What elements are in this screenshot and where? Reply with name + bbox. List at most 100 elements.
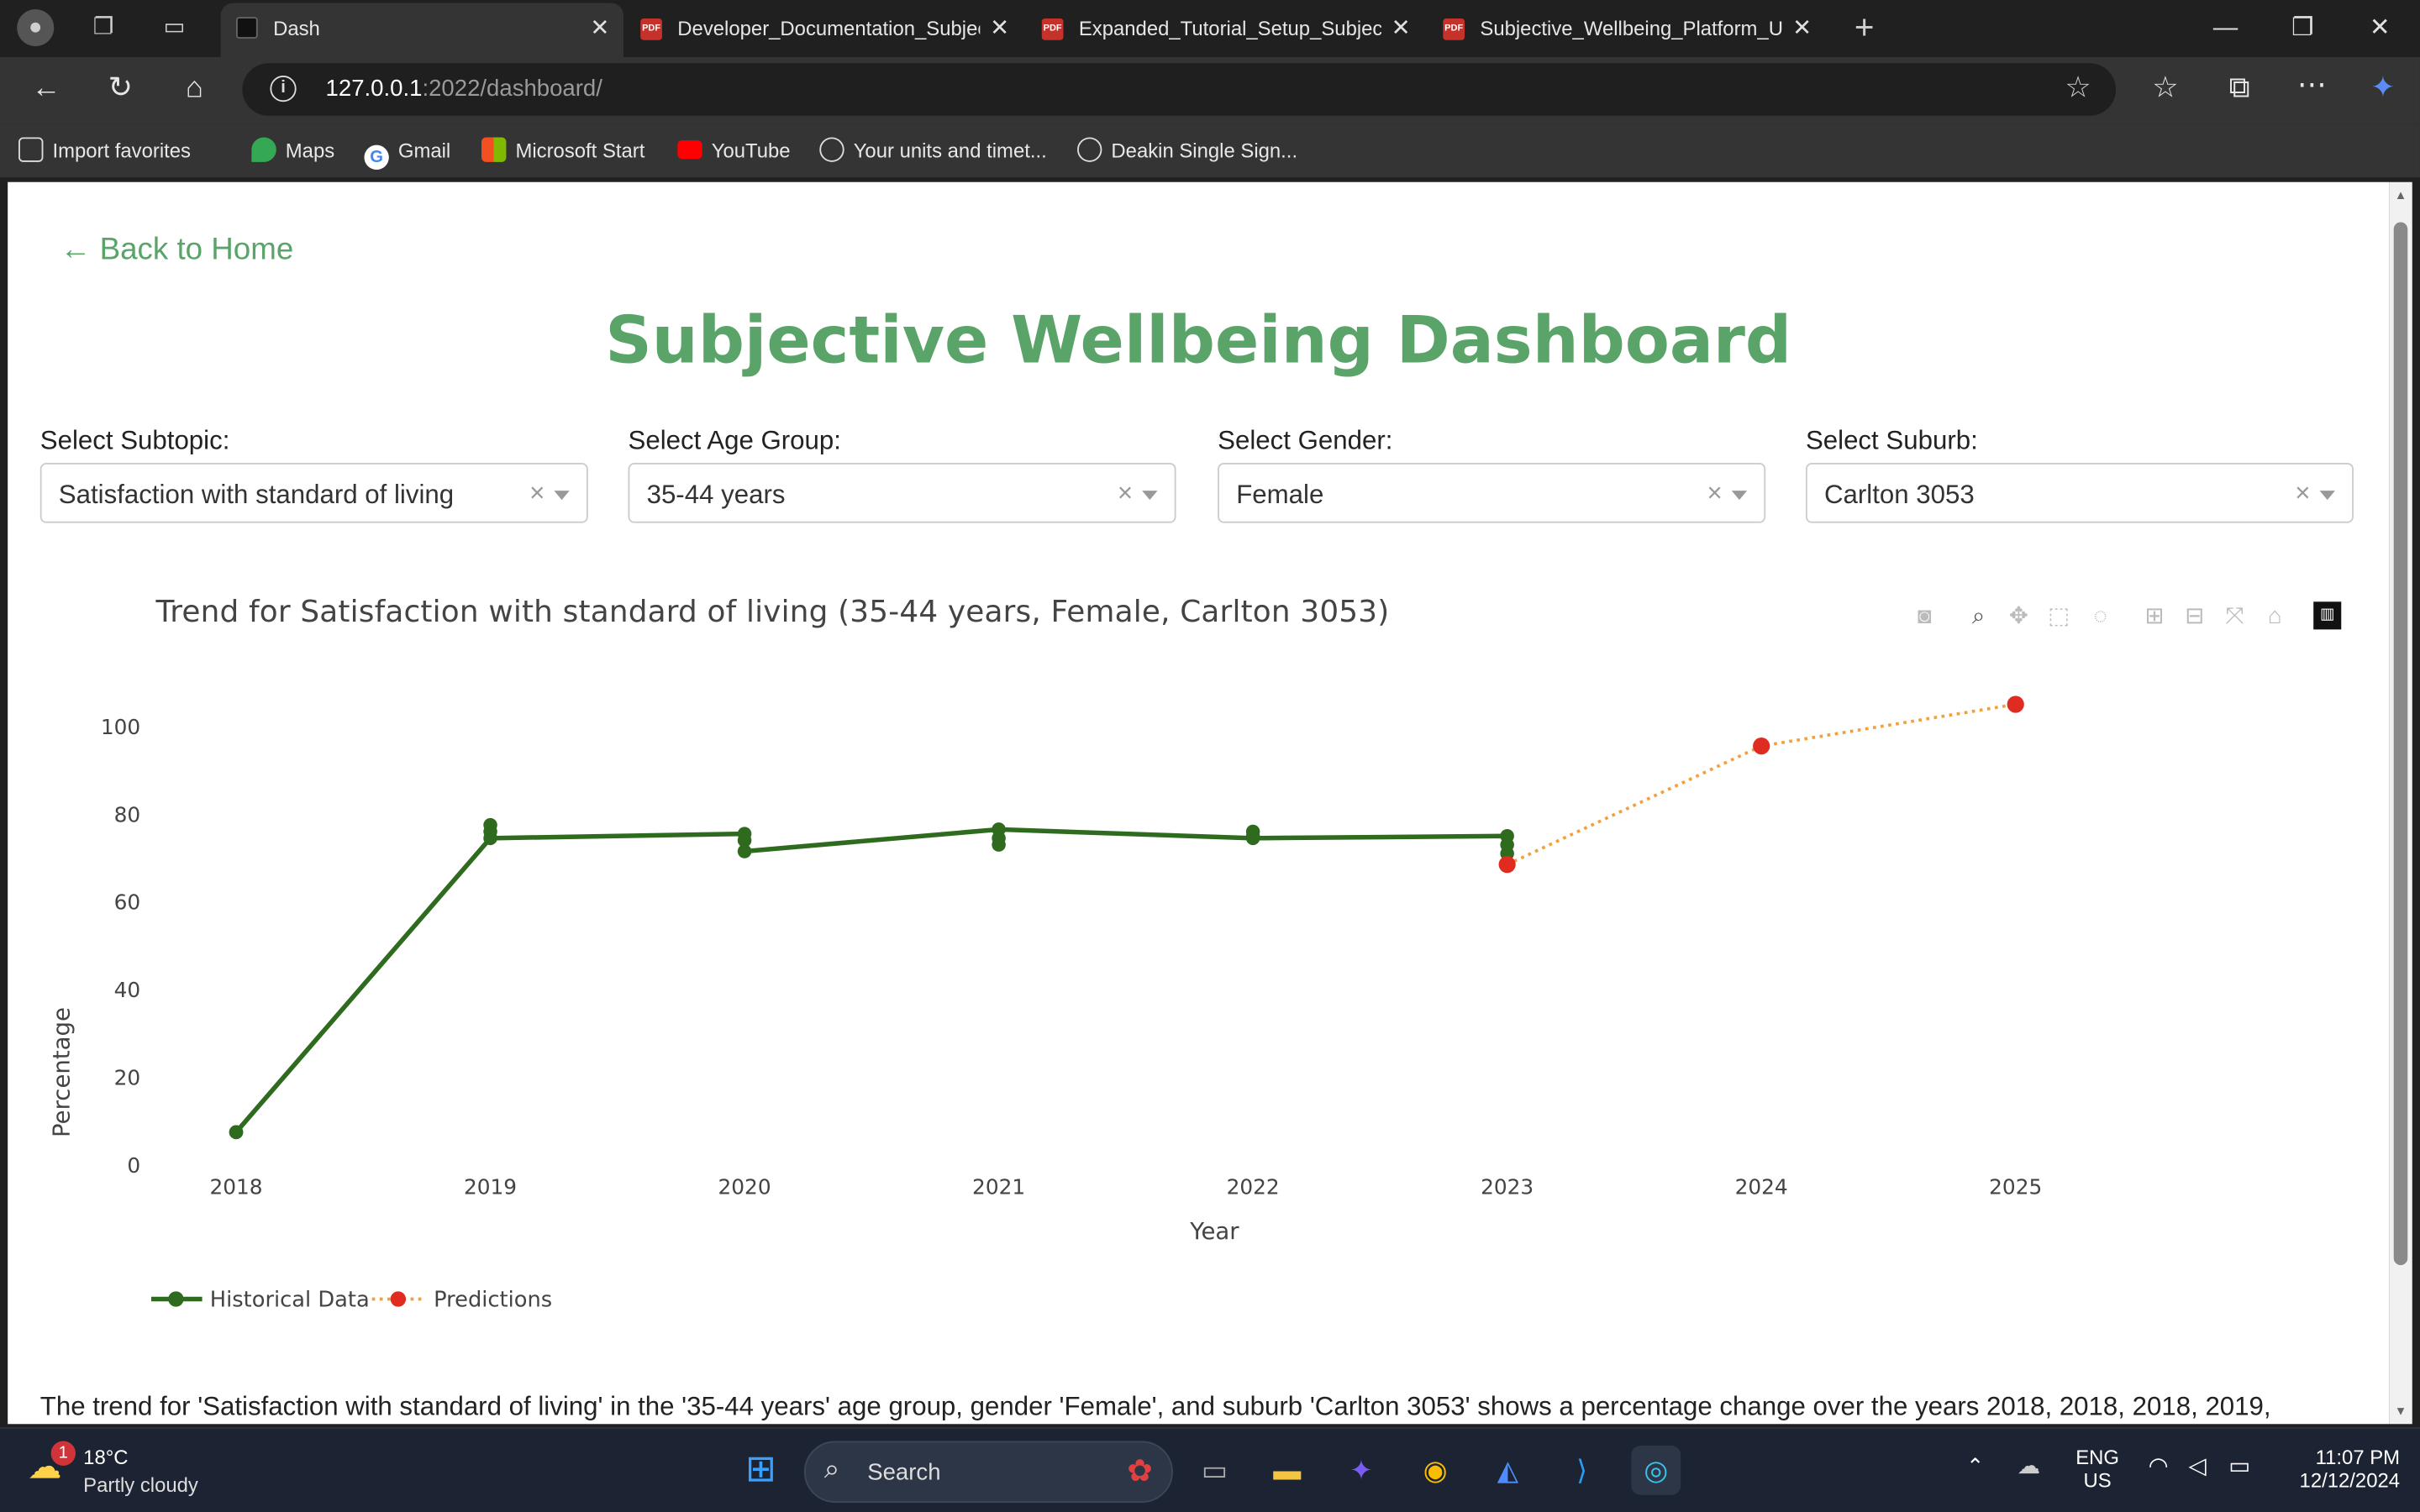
site-info-icon[interactable]: i: [270, 75, 297, 102]
x-tick-label: 2021: [972, 1175, 1025, 1200]
more-icon[interactable]: ⋯: [2291, 66, 2332, 107]
file-explorer-icon[interactable]: ▬: [1262, 1446, 1312, 1495]
scroll-up-icon[interactable]: ▲: [2394, 188, 2408, 202]
vscode-icon[interactable]: ⟩: [1557, 1446, 1607, 1495]
y-axis-label: Percentage: [49, 1007, 76, 1137]
x-tick-label: 2020: [718, 1175, 771, 1200]
bookmark-deakin-sso[interactable]: Deakin Single Sign...: [1077, 137, 1297, 165]
bookmark-label: Deakin Single Sign...: [1111, 139, 1298, 162]
close-tab-icon[interactable]: ✕: [1392, 5, 1411, 53]
historical-point[interactable]: [992, 837, 1006, 852]
start-menu-icon[interactable]: ⊞: [736, 1446, 786, 1495]
restore-icon[interactable]: ❐: [2267, 0, 2338, 57]
onedrive-icon[interactable]: ☁: [2018, 1452, 2041, 1479]
app-icon[interactable]: ◭: [1483, 1446, 1533, 1495]
page-scrollbar[interactable]: ▲ ▼: [2389, 181, 2412, 1425]
prediction-point[interactable]: [1498, 856, 1516, 874]
y-tick-label: 40: [114, 978, 141, 1002]
historical-point[interactable]: [1245, 831, 1260, 846]
prediction-point[interactable]: [1753, 738, 1770, 755]
maps-icon: [251, 137, 276, 162]
y-tick-label: 80: [114, 802, 141, 827]
y-tick-label: 60: [114, 890, 141, 915]
tab-developer-doc[interactable]: PDF Developer_Documentation_Subjec ✕: [625, 5, 1023, 53]
clock[interactable]: 11:07 PM 12/12/2024: [2280, 1445, 2401, 1493]
tab-wellbeing-platform[interactable]: PDF Subjective_Wellbeing_Platform_Us ✕: [1428, 5, 1826, 53]
historical-point[interactable]: [483, 831, 497, 846]
bookmark-label: Maps: [285, 139, 335, 162]
volume-icon[interactable]: ◁: [2188, 1452, 2206, 1479]
new-tab-icon[interactable]: +: [1846, 8, 1883, 46]
search-label: Search: [867, 1459, 941, 1486]
home-icon[interactable]: ⌂: [175, 70, 215, 110]
address-bar-row: ← ↻ ⌂ i 127.0.0.1:2022/dashboard/ ☆ ☆ ⧉ …: [0, 56, 2420, 125]
tab-dash[interactable]: Dash ✕: [220, 3, 624, 57]
taskbar-search[interactable]: ⌕ Search ✿: [803, 1441, 1173, 1503]
weather-temp[interactable]: 18°C: [83, 1446, 128, 1469]
lang-line-2: US: [2083, 1468, 2112, 1493]
workspaces-icon[interactable]: ❐: [85, 9, 122, 46]
favorites-icon[interactable]: ☆: [2145, 70, 2186, 110]
scrollbar-thumb[interactable]: [2393, 222, 2408, 1266]
legend-predictions-marker: [390, 1291, 407, 1307]
legend-predictions-label[interactable]: Predictions: [434, 1288, 552, 1313]
wifi-icon[interactable]: ◠: [2149, 1452, 2169, 1479]
bookmark-microsoft-start[interactable]: Microsoft Start: [481, 137, 644, 165]
battery-icon[interactable]: ▭: [2228, 1452, 2250, 1479]
browser-tab-bar: ● ❐ ▭ Dash ✕ PDF Developer_Documentation…: [0, 0, 2420, 57]
historical-point[interactable]: [737, 844, 752, 858]
bookmark-youtube[interactable]: YouTube: [677, 137, 791, 165]
x-axis-label: Year: [1189, 1218, 1239, 1245]
minimize-icon[interactable]: —: [2190, 0, 2260, 57]
google-icon: G: [364, 144, 389, 171]
url-input[interactable]: i 127.0.0.1:2022/dashboard/ ☆: [242, 63, 2117, 116]
bookmark-label: Your units and timet...: [853, 139, 1047, 162]
tab-title: Expanded_Tutorial_Setup_Subject: [1078, 17, 1381, 40]
close-tab-icon[interactable]: ✕: [590, 3, 609, 55]
copilot-app-icon[interactable]: ✦: [1337, 1446, 1386, 1495]
pdf-icon: PDF: [1443, 18, 1465, 40]
legend-historical-marker: [168, 1291, 184, 1307]
collections-icon[interactable]: ⧉: [2219, 70, 2260, 110]
tab-actions-icon[interactable]: ▭: [156, 9, 193, 46]
prediction-point[interactable]: [2007, 696, 2024, 713]
close-tab-icon[interactable]: ✕: [990, 5, 1009, 53]
bookmark-maps[interactable]: Maps: [251, 137, 334, 165]
historical-point[interactable]: [229, 1125, 244, 1140]
language-indicator[interactable]: ENG US: [2068, 1446, 2127, 1492]
tab-title: Dash: [273, 17, 320, 40]
favorite-star-icon[interactable]: ☆: [2065, 71, 2091, 106]
y-tick-label: 100: [101, 715, 140, 739]
tab-title: Developer_Documentation_Subjec: [677, 17, 981, 40]
edge-icon[interactable]: ◎: [1631, 1445, 1681, 1495]
bookmark-gmail[interactable]: G Gmail: [364, 137, 450, 171]
chrome-icon[interactable]: ◉: [1411, 1446, 1460, 1495]
page-content: ← Back to Home Subjective Wellbeing Dash…: [8, 181, 2390, 1425]
clock-time: 11:07 PM: [2315, 1445, 2401, 1469]
tray-overflow-icon[interactable]: ⌃: [1966, 1453, 1985, 1479]
x-tick-label: 2022: [1227, 1175, 1280, 1200]
tab-expanded-tutorial[interactable]: PDF Expanded_Tutorial_Setup_Subject ✕: [1026, 5, 1424, 53]
bookmarks-bar: Import favorites Maps G Gmail Microsoft S…: [0, 124, 2420, 178]
historical-line: [234, 827, 1510, 1134]
bookmark-label: Import favorites: [52, 139, 192, 162]
microsoft-icon: [481, 137, 507, 162]
bookmark-import-favorites[interactable]: Import favorites: [18, 137, 191, 165]
scroll-down-icon[interactable]: ▼: [2394, 1404, 2408, 1418]
refresh-icon[interactable]: ↻: [100, 70, 140, 110]
clock-date: 12/12/2024: [2299, 1468, 2401, 1493]
close-window-icon[interactable]: ✕: [2344, 0, 2415, 57]
back-arrow-icon[interactable]: ←: [26, 70, 66, 110]
windows-taskbar: ☁ 1 18°C Partly cloudy ⊞ ⌕ Search ✿ ▭ ▬ …: [0, 1426, 2420, 1512]
bookmark-units[interactable]: Your units and timet...: [819, 137, 1047, 165]
profile-avatar-icon[interactable]: ●: [17, 9, 55, 47]
weather-badge: 1: [50, 1441, 76, 1466]
bookmark-label: Microsoft Start: [515, 139, 645, 162]
close-tab-icon[interactable]: ✕: [1792, 5, 1812, 53]
x-axis: 2018 2019 2020 2021 2022 2023 2024 2025: [209, 1175, 2042, 1200]
weather-desc[interactable]: Partly cloudy: [83, 1473, 198, 1497]
legend-historical-label[interactable]: Historical Data: [210, 1288, 370, 1313]
task-view-icon[interactable]: ▭: [1190, 1446, 1239, 1495]
copilot-icon[interactable]: ✦: [2363, 70, 2403, 110]
x-tick-label: 2024: [1735, 1175, 1788, 1200]
